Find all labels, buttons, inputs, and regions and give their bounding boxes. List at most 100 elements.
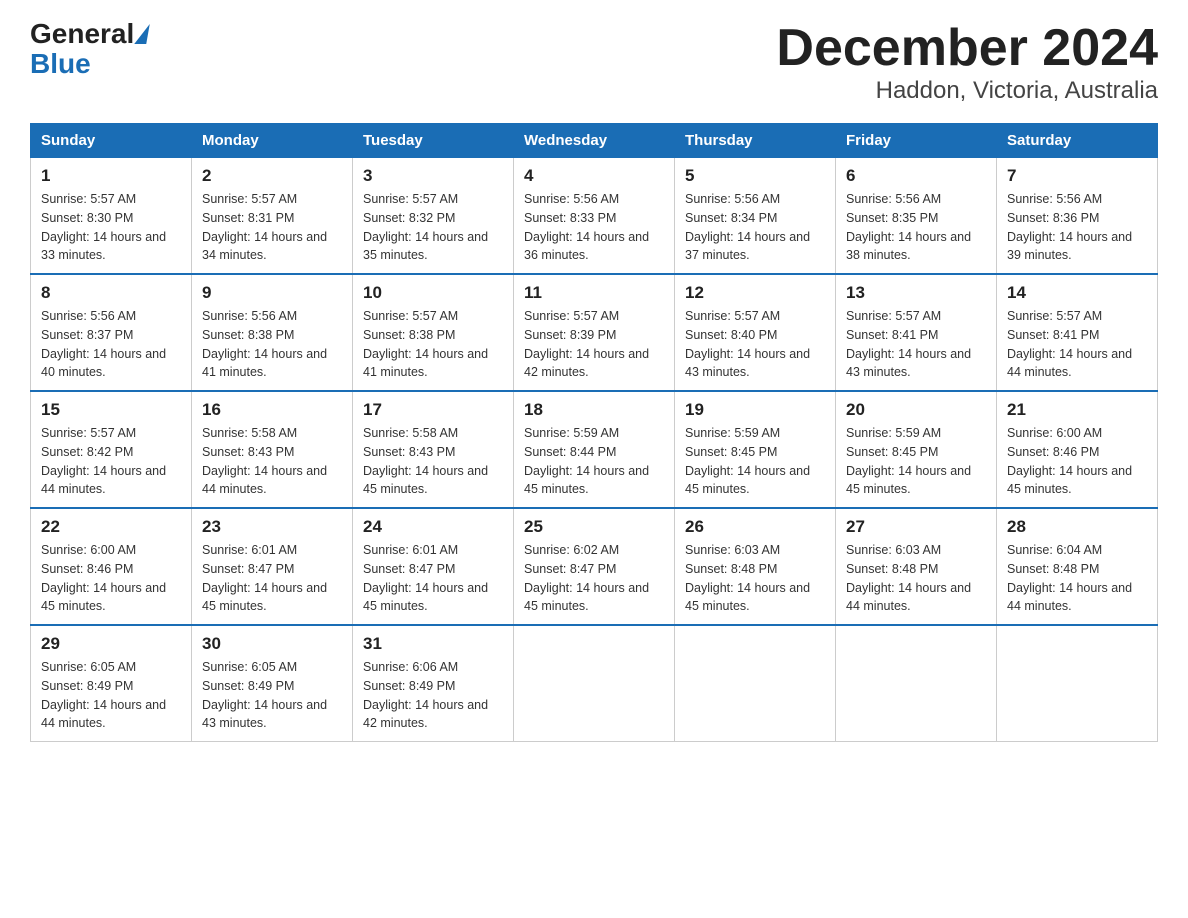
day-number: 15: [41, 400, 181, 420]
calendar-cell: 21 Sunrise: 6:00 AM Sunset: 8:46 PM Dayl…: [997, 391, 1158, 508]
logo-blue: Blue: [30, 50, 91, 78]
day-info: Sunrise: 5:57 AM Sunset: 8:31 PM Dayligh…: [202, 190, 342, 265]
col-sunday: Sunday: [31, 124, 192, 158]
day-info: Sunrise: 5:56 AM Sunset: 8:38 PM Dayligh…: [202, 307, 342, 382]
calendar-cell: 2 Sunrise: 5:57 AM Sunset: 8:31 PM Dayli…: [192, 158, 353, 275]
calendar-week-row: 8 Sunrise: 5:56 AM Sunset: 8:37 PM Dayli…: [31, 274, 1158, 391]
calendar-week-row: 22 Sunrise: 6:00 AM Sunset: 8:46 PM Dayl…: [31, 508, 1158, 625]
day-info: Sunrise: 5:59 AM Sunset: 8:44 PM Dayligh…: [524, 424, 664, 499]
day-info: Sunrise: 5:57 AM Sunset: 8:41 PM Dayligh…: [846, 307, 986, 382]
day-info: Sunrise: 5:56 AM Sunset: 8:34 PM Dayligh…: [685, 190, 825, 265]
calendar-week-row: 15 Sunrise: 5:57 AM Sunset: 8:42 PM Dayl…: [31, 391, 1158, 508]
day-info: Sunrise: 5:57 AM Sunset: 8:39 PM Dayligh…: [524, 307, 664, 382]
day-number: 2: [202, 166, 342, 186]
logo-general: General: [30, 20, 134, 48]
day-number: 11: [524, 283, 664, 303]
day-info: Sunrise: 5:56 AM Sunset: 8:37 PM Dayligh…: [41, 307, 181, 382]
day-info: Sunrise: 5:57 AM Sunset: 8:41 PM Dayligh…: [1007, 307, 1147, 382]
day-number: 8: [41, 283, 181, 303]
day-info: Sunrise: 6:01 AM Sunset: 8:47 PM Dayligh…: [363, 541, 503, 616]
day-info: Sunrise: 5:57 AM Sunset: 8:30 PM Dayligh…: [41, 190, 181, 265]
day-info: Sunrise: 6:01 AM Sunset: 8:47 PM Dayligh…: [202, 541, 342, 616]
day-number: 16: [202, 400, 342, 420]
day-number: 5: [685, 166, 825, 186]
day-number: 4: [524, 166, 664, 186]
day-number: 24: [363, 517, 503, 537]
page-header: General Blue December 2024 Haddon, Victo…: [30, 20, 1158, 105]
day-info: Sunrise: 5:57 AM Sunset: 8:38 PM Dayligh…: [363, 307, 503, 382]
day-info: Sunrise: 5:56 AM Sunset: 8:35 PM Dayligh…: [846, 190, 986, 265]
day-number: 27: [846, 517, 986, 537]
day-info: Sunrise: 6:02 AM Sunset: 8:47 PM Dayligh…: [524, 541, 664, 616]
calendar-cell: [997, 625, 1158, 742]
calendar-week-row: 1 Sunrise: 5:57 AM Sunset: 8:30 PM Dayli…: [31, 158, 1158, 275]
day-number: 3: [363, 166, 503, 186]
calendar-cell: [675, 625, 836, 742]
calendar-cell: 13 Sunrise: 5:57 AM Sunset: 8:41 PM Dayl…: [836, 274, 997, 391]
calendar-cell: 29 Sunrise: 6:05 AM Sunset: 8:49 PM Dayl…: [31, 625, 192, 742]
calendar-cell: 17 Sunrise: 5:58 AM Sunset: 8:43 PM Dayl…: [353, 391, 514, 508]
day-number: 1: [41, 166, 181, 186]
day-info: Sunrise: 5:57 AM Sunset: 8:42 PM Dayligh…: [41, 424, 181, 499]
calendar-week-row: 29 Sunrise: 6:05 AM Sunset: 8:49 PM Dayl…: [31, 625, 1158, 742]
calendar-cell: 11 Sunrise: 5:57 AM Sunset: 8:39 PM Dayl…: [514, 274, 675, 391]
calendar-cell: 3 Sunrise: 5:57 AM Sunset: 8:32 PM Dayli…: [353, 158, 514, 275]
logo: General Blue: [30, 20, 148, 78]
day-number: 18: [524, 400, 664, 420]
title-section: December 2024 Haddon, Victoria, Australi…: [776, 20, 1158, 105]
day-number: 6: [846, 166, 986, 186]
day-number: 9: [202, 283, 342, 303]
day-number: 10: [363, 283, 503, 303]
day-number: 22: [41, 517, 181, 537]
day-number: 12: [685, 283, 825, 303]
day-number: 21: [1007, 400, 1147, 420]
calendar-cell: 16 Sunrise: 5:58 AM Sunset: 8:43 PM Dayl…: [192, 391, 353, 508]
col-saturday: Saturday: [997, 124, 1158, 158]
day-number: 23: [202, 517, 342, 537]
calendar-cell: 26 Sunrise: 6:03 AM Sunset: 8:48 PM Dayl…: [675, 508, 836, 625]
calendar-cell: 14 Sunrise: 5:57 AM Sunset: 8:41 PM Dayl…: [997, 274, 1158, 391]
day-info: Sunrise: 5:59 AM Sunset: 8:45 PM Dayligh…: [846, 424, 986, 499]
calendar-cell: 20 Sunrise: 5:59 AM Sunset: 8:45 PM Dayl…: [836, 391, 997, 508]
col-thursday: Thursday: [675, 124, 836, 158]
day-number: 7: [1007, 166, 1147, 186]
col-friday: Friday: [836, 124, 997, 158]
calendar-cell: [836, 625, 997, 742]
calendar-table: Sunday Monday Tuesday Wednesday Thursday…: [30, 123, 1158, 742]
calendar-cell: 4 Sunrise: 5:56 AM Sunset: 8:33 PM Dayli…: [514, 158, 675, 275]
calendar-header-row: Sunday Monday Tuesday Wednesday Thursday…: [31, 124, 1158, 158]
calendar-cell: 15 Sunrise: 5:57 AM Sunset: 8:42 PM Dayl…: [31, 391, 192, 508]
calendar-cell: 31 Sunrise: 6:06 AM Sunset: 8:49 PM Dayl…: [353, 625, 514, 742]
day-number: 29: [41, 634, 181, 654]
day-number: 30: [202, 634, 342, 654]
day-info: Sunrise: 6:04 AM Sunset: 8:48 PM Dayligh…: [1007, 541, 1147, 616]
day-info: Sunrise: 6:06 AM Sunset: 8:49 PM Dayligh…: [363, 658, 503, 733]
col-tuesday: Tuesday: [353, 124, 514, 158]
calendar-title: December 2024: [776, 20, 1158, 77]
day-info: Sunrise: 5:56 AM Sunset: 8:33 PM Dayligh…: [524, 190, 664, 265]
calendar-cell: 1 Sunrise: 5:57 AM Sunset: 8:30 PM Dayli…: [31, 158, 192, 275]
calendar-cell: 27 Sunrise: 6:03 AM Sunset: 8:48 PM Dayl…: [836, 508, 997, 625]
day-info: Sunrise: 6:03 AM Sunset: 8:48 PM Dayligh…: [685, 541, 825, 616]
day-info: Sunrise: 6:00 AM Sunset: 8:46 PM Dayligh…: [41, 541, 181, 616]
day-info: Sunrise: 5:59 AM Sunset: 8:45 PM Dayligh…: [685, 424, 825, 499]
calendar-cell: 24 Sunrise: 6:01 AM Sunset: 8:47 PM Dayl…: [353, 508, 514, 625]
day-info: Sunrise: 5:56 AM Sunset: 8:36 PM Dayligh…: [1007, 190, 1147, 265]
day-info: Sunrise: 5:57 AM Sunset: 8:32 PM Dayligh…: [363, 190, 503, 265]
calendar-cell: 10 Sunrise: 5:57 AM Sunset: 8:38 PM Dayl…: [353, 274, 514, 391]
calendar-cell: [514, 625, 675, 742]
calendar-cell: 30 Sunrise: 6:05 AM Sunset: 8:49 PM Dayl…: [192, 625, 353, 742]
day-info: Sunrise: 6:03 AM Sunset: 8:48 PM Dayligh…: [846, 541, 986, 616]
day-number: 31: [363, 634, 503, 654]
day-number: 20: [846, 400, 986, 420]
calendar-cell: 12 Sunrise: 5:57 AM Sunset: 8:40 PM Dayl…: [675, 274, 836, 391]
day-info: Sunrise: 5:58 AM Sunset: 8:43 PM Dayligh…: [202, 424, 342, 499]
day-info: Sunrise: 6:00 AM Sunset: 8:46 PM Dayligh…: [1007, 424, 1147, 499]
calendar-cell: 8 Sunrise: 5:56 AM Sunset: 8:37 PM Dayli…: [31, 274, 192, 391]
calendar-cell: 19 Sunrise: 5:59 AM Sunset: 8:45 PM Dayl…: [675, 391, 836, 508]
day-number: 13: [846, 283, 986, 303]
day-number: 14: [1007, 283, 1147, 303]
calendar-subtitle: Haddon, Victoria, Australia: [776, 77, 1158, 105]
calendar-cell: 22 Sunrise: 6:00 AM Sunset: 8:46 PM Dayl…: [31, 508, 192, 625]
day-number: 28: [1007, 517, 1147, 537]
